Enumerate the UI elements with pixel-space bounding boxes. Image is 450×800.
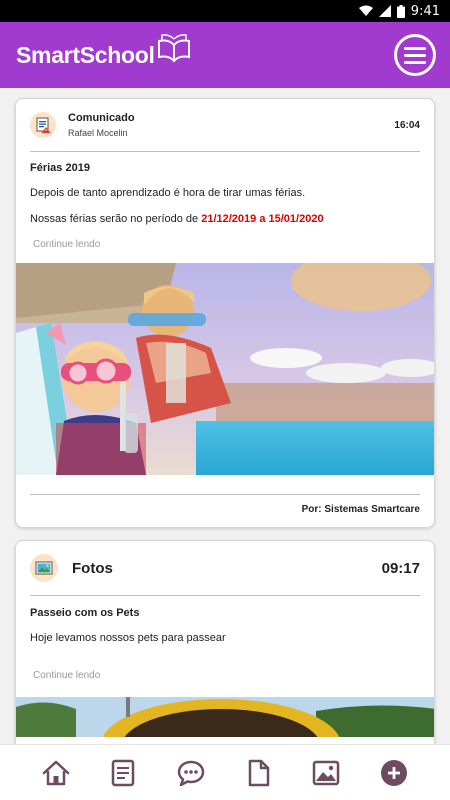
post-text-prefix: Nossas férias serão no período de (30, 213, 202, 225)
continue-reading-link[interactable]: Continue lendo (16, 239, 434, 250)
menu-bar-icon (404, 46, 426, 50)
vacation-dates: 21/12/2019 a 15/01/2020 (201, 213, 324, 225)
post-text-dates: Nossas férias serão no período de 21/12/… (16, 213, 434, 225)
menu-button[interactable] (394, 34, 436, 76)
post-text: Hoje levamos nossos pets para passear (30, 632, 226, 644)
book-logo-icon (157, 34, 190, 63)
image-icon (313, 760, 340, 785)
post-category: Fotos (72, 559, 113, 577)
app-logo: SmartSchool (16, 34, 191, 73)
post-text: Depois de tanto aprendizado é hora de ti… (30, 187, 306, 199)
post-author: Rafael Mocelin (68, 128, 128, 138)
notice-category-icon (30, 112, 56, 138)
post-photo[interactable] (16, 697, 434, 737)
nav-add[interactable] (374, 753, 414, 793)
post-signature: Por: Sistemas Smartcare (301, 504, 420, 515)
bottom-nav (0, 744, 450, 800)
wifi-icon (358, 5, 373, 16)
nav-documents[interactable] (239, 753, 279, 793)
feed[interactable]: Comunicado Rafael Mocelin 16:04 Férias 2… (0, 88, 450, 744)
nav-chat[interactable] (171, 753, 211, 793)
post-card[interactable]: Fotos 09:17 Passeio com os Pets Hoje lev… (15, 540, 435, 744)
logo-text: SmartSchool (16, 41, 155, 68)
nav-notices[interactable] (103, 753, 143, 793)
nav-gallery[interactable] (306, 753, 346, 793)
notice-icon (112, 759, 135, 786)
post-header: Comunicado Rafael Mocelin 16:04 (16, 99, 434, 151)
status-time: 9:41 (410, 3, 440, 19)
menu-bar-icon (404, 53, 426, 57)
post-header: Fotos 09:17 (16, 541, 434, 595)
add-icon (381, 759, 408, 786)
photos-category-icon (30, 554, 58, 582)
post-title: Passeio com os Pets (30, 607, 140, 619)
document-icon (248, 759, 270, 786)
post-title: Férias 2019 (30, 162, 90, 174)
battery-icon (396, 4, 405, 18)
continue-reading-link[interactable]: Continue lendo (16, 670, 434, 681)
post-card[interactable]: Comunicado Rafael Mocelin 16:04 Férias 2… (15, 98, 435, 528)
chat-icon (177, 760, 205, 786)
post-time: 09:17 (381, 559, 420, 577)
nav-home[interactable] (36, 753, 76, 793)
home-icon (42, 760, 70, 785)
status-bar: 9:41 (0, 0, 450, 22)
app-bar: SmartSchool (0, 22, 450, 88)
post-category: Comunicado (68, 112, 135, 124)
signal-icon (378, 5, 391, 17)
menu-bar-icon (404, 60, 426, 64)
post-photo[interactable] (16, 263, 434, 475)
post-time: 16:04 (394, 119, 420, 131)
